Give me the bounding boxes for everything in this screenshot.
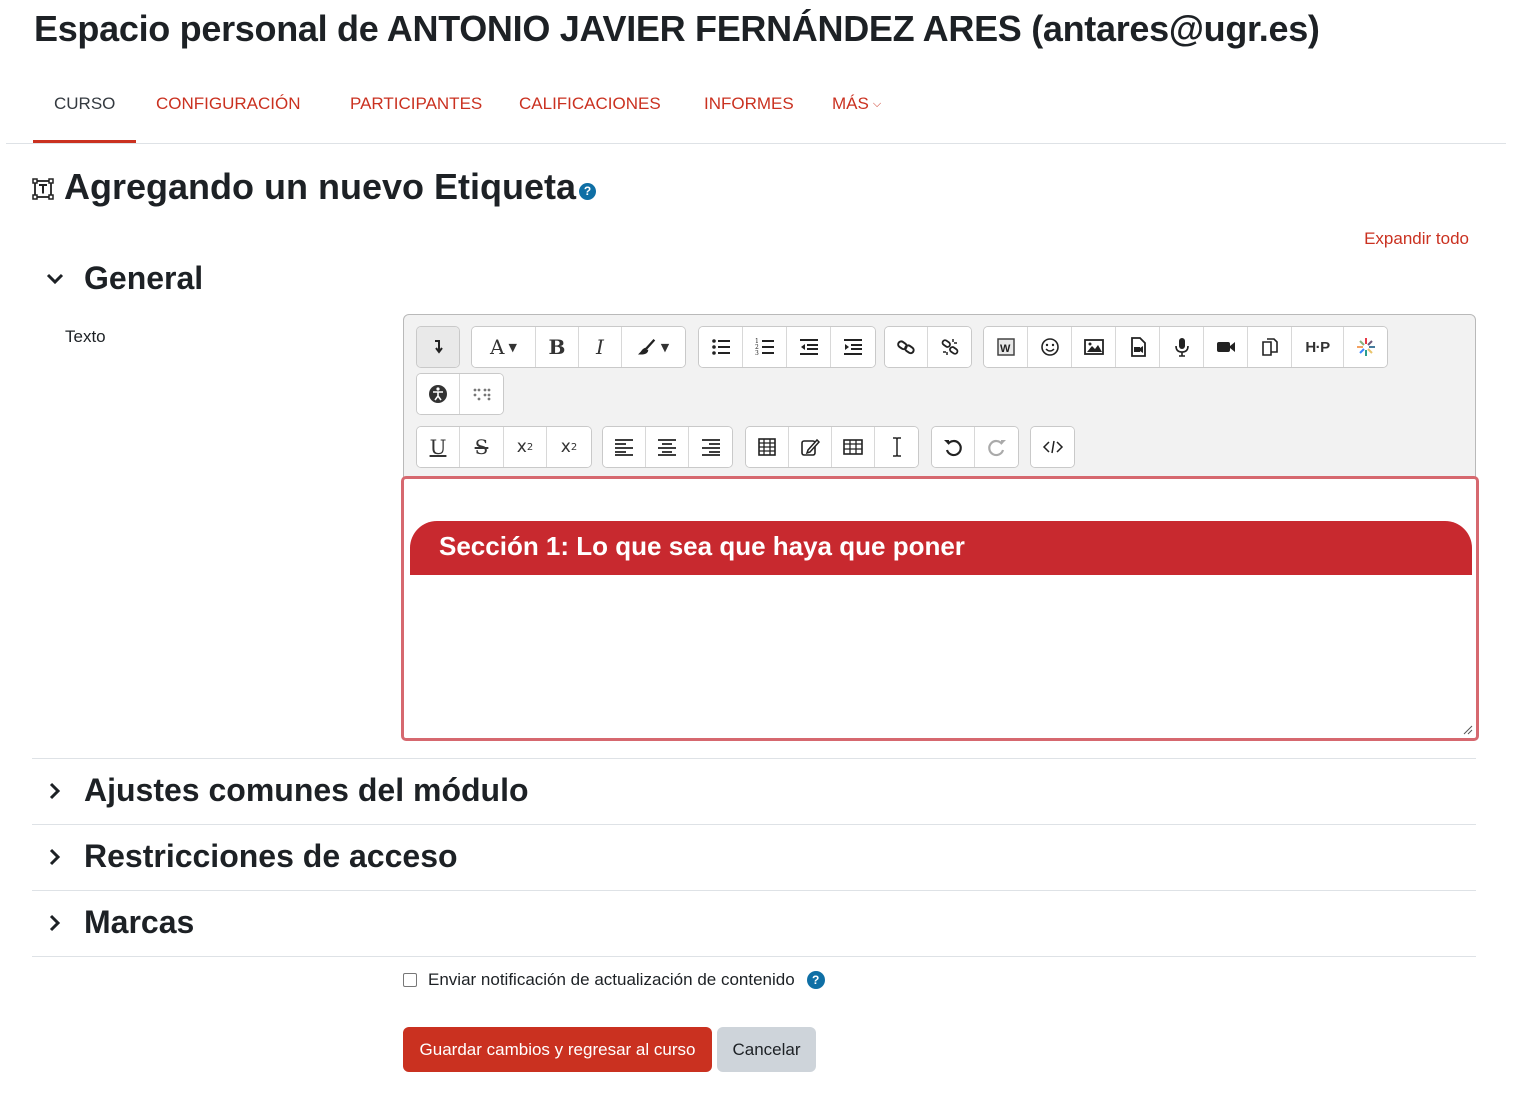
manage-files-icon[interactable] [1248,327,1292,367]
media-icon[interactable] [1116,327,1160,367]
align-right-icon[interactable] [689,427,732,467]
record-video-icon[interactable] [1204,327,1248,367]
superscript-icon[interactable]: x2 [547,427,591,467]
divider [32,824,1476,825]
section-tags-title: Marcas [84,904,195,940]
screenreader-helper-icon[interactable] [460,374,503,414]
header-user-name: ANTONIO JAVIER FERNÁNDEZ ARES [386,8,1022,49]
toolbar-group-links [884,326,972,368]
question-circle-icon[interactable]: ? [579,182,597,200]
chevron-right-icon [49,914,61,931]
text-editor: A ▼ B I ▼ 123 W H·P U S x 2 x 2 Sección … [401,314,1479,741]
question-circle-icon[interactable]: ? [806,971,825,989]
collapse-icon[interactable] [417,327,459,367]
toolbar-group-history [931,426,1019,468]
unlink-icon[interactable] [928,327,971,367]
toolbar-group-lists: 123 [698,326,876,368]
tab-mas[interactable]: MÁS ⌵ [832,94,881,114]
expand-all-link[interactable]: Expandir todo [1364,229,1469,249]
divider [32,956,1476,957]
outdent-icon[interactable] [787,327,831,367]
toolbar-group-collapse [416,326,460,368]
text-cursor-icon[interactable] [875,427,918,467]
text-field-label: Texto [65,327,106,346]
align-left-icon[interactable] [603,427,646,467]
section-restrictions-title: Restricciones de acceso [84,838,458,874]
align-center-icon[interactable] [646,427,689,467]
tab-informes[interactable]: INFORMES [704,94,794,114]
page-header: Espacio personal de ANTONIO JAVIER FERNÁ… [34,8,1320,50]
svg-text:3: 3 [755,350,759,357]
edit-table-icon[interactable] [789,427,832,467]
image-icon[interactable] [1072,327,1116,367]
section-general-toggle[interactable]: General [44,260,203,297]
cancel-button[interactable]: Cancelar [717,1027,816,1072]
undo-icon[interactable] [932,427,975,467]
chevron-right-icon [49,782,61,799]
editor-content-area[interactable]: Sección 1: Lo que sea que haya que poner [401,476,1479,741]
word-import-icon[interactable]: W [984,327,1028,367]
emoticon-icon[interactable] [1028,327,1072,367]
tab-curso[interactable]: CURSO [32,94,137,143]
section-common-title: Ajustes comunes del módulo [84,772,529,808]
redo-icon[interactable] [975,427,1018,467]
divider [32,758,1476,759]
section-common-toggle[interactable]: Ajustes comunes del módulo [44,772,529,809]
toolbar-group-style: A ▼ B I ▼ [471,326,686,368]
section-tags-toggle[interactable]: Marcas [44,904,194,941]
subscript-icon[interactable]: x2 [504,427,547,467]
tab-participantes[interactable]: PARTICIPANTES [350,94,482,114]
chevron-down-icon [46,273,64,284]
section-banner: Sección 1: Lo que sea que haya que poner [410,521,1472,575]
header-email: (antares@ugr.es) [1031,8,1320,49]
generico-icon[interactable] [1344,327,1387,367]
toolbar-group-accessibility [416,373,504,415]
notify-row: Enviar notificación de actualización de … [403,970,825,990]
tab-mas-label: MÁS [832,94,869,113]
underline-icon[interactable]: U [417,427,460,467]
save-and-return-button[interactable]: Guardar cambios y regresar al curso [403,1027,712,1072]
table-view-icon[interactable] [832,427,875,467]
tab-configuracion[interactable]: CONFIGURACIÓN [156,94,301,114]
svg-text:W: W [1000,343,1011,355]
label-module-icon [32,178,54,200]
chevron-right-icon [49,848,61,865]
font-color-icon[interactable]: A ▼ [472,327,536,367]
html-icon[interactable] [1031,427,1074,467]
toolbar-group-text-format: U S x2 x2 [416,426,592,468]
notify-label: Enviar notificación de actualización de … [428,970,795,989]
resize-handle-icon[interactable] [1463,725,1473,735]
accessibility-checker-icon[interactable] [417,374,460,414]
indent-icon[interactable] [831,327,875,367]
toolbar-group-insert: W H·P [983,326,1388,368]
chevron-down-icon: ⌵ [872,98,882,110]
course-nav: CURSO CONFIGURACIÓN PARTICIPANTES CALIFI… [6,70,1506,144]
record-audio-icon[interactable] [1160,327,1204,367]
toolbar-group-tables [745,426,919,468]
italic-icon[interactable]: I [579,327,622,367]
strikethrough-icon[interactable]: S [460,427,504,467]
h5p-icon[interactable]: H·P [1292,327,1344,367]
page-title: Agregando un nuevo Etiqueta ? [32,166,597,208]
divider [32,890,1476,891]
table-icon[interactable] [746,427,789,467]
notify-checkbox[interactable] [403,973,417,987]
section-general-title: General [84,260,204,296]
bold-icon[interactable]: B [536,327,579,367]
header-prefix: Espacio personal de [34,8,387,49]
toolbar-group-align [602,426,733,468]
paintbrush-icon[interactable]: ▼ [622,327,685,367]
page-title-text: Agregando un nuevo Etiqueta [64,166,577,207]
ordered-list-icon[interactable]: 123 [743,327,787,367]
toolbar-group-html [1030,426,1075,468]
link-icon[interactable] [885,327,928,367]
unordered-list-icon[interactable] [699,327,743,367]
section-restrictions-toggle[interactable]: Restricciones de acceso [44,838,458,875]
tab-calificaciones[interactable]: CALIFICACIONES [519,94,661,114]
